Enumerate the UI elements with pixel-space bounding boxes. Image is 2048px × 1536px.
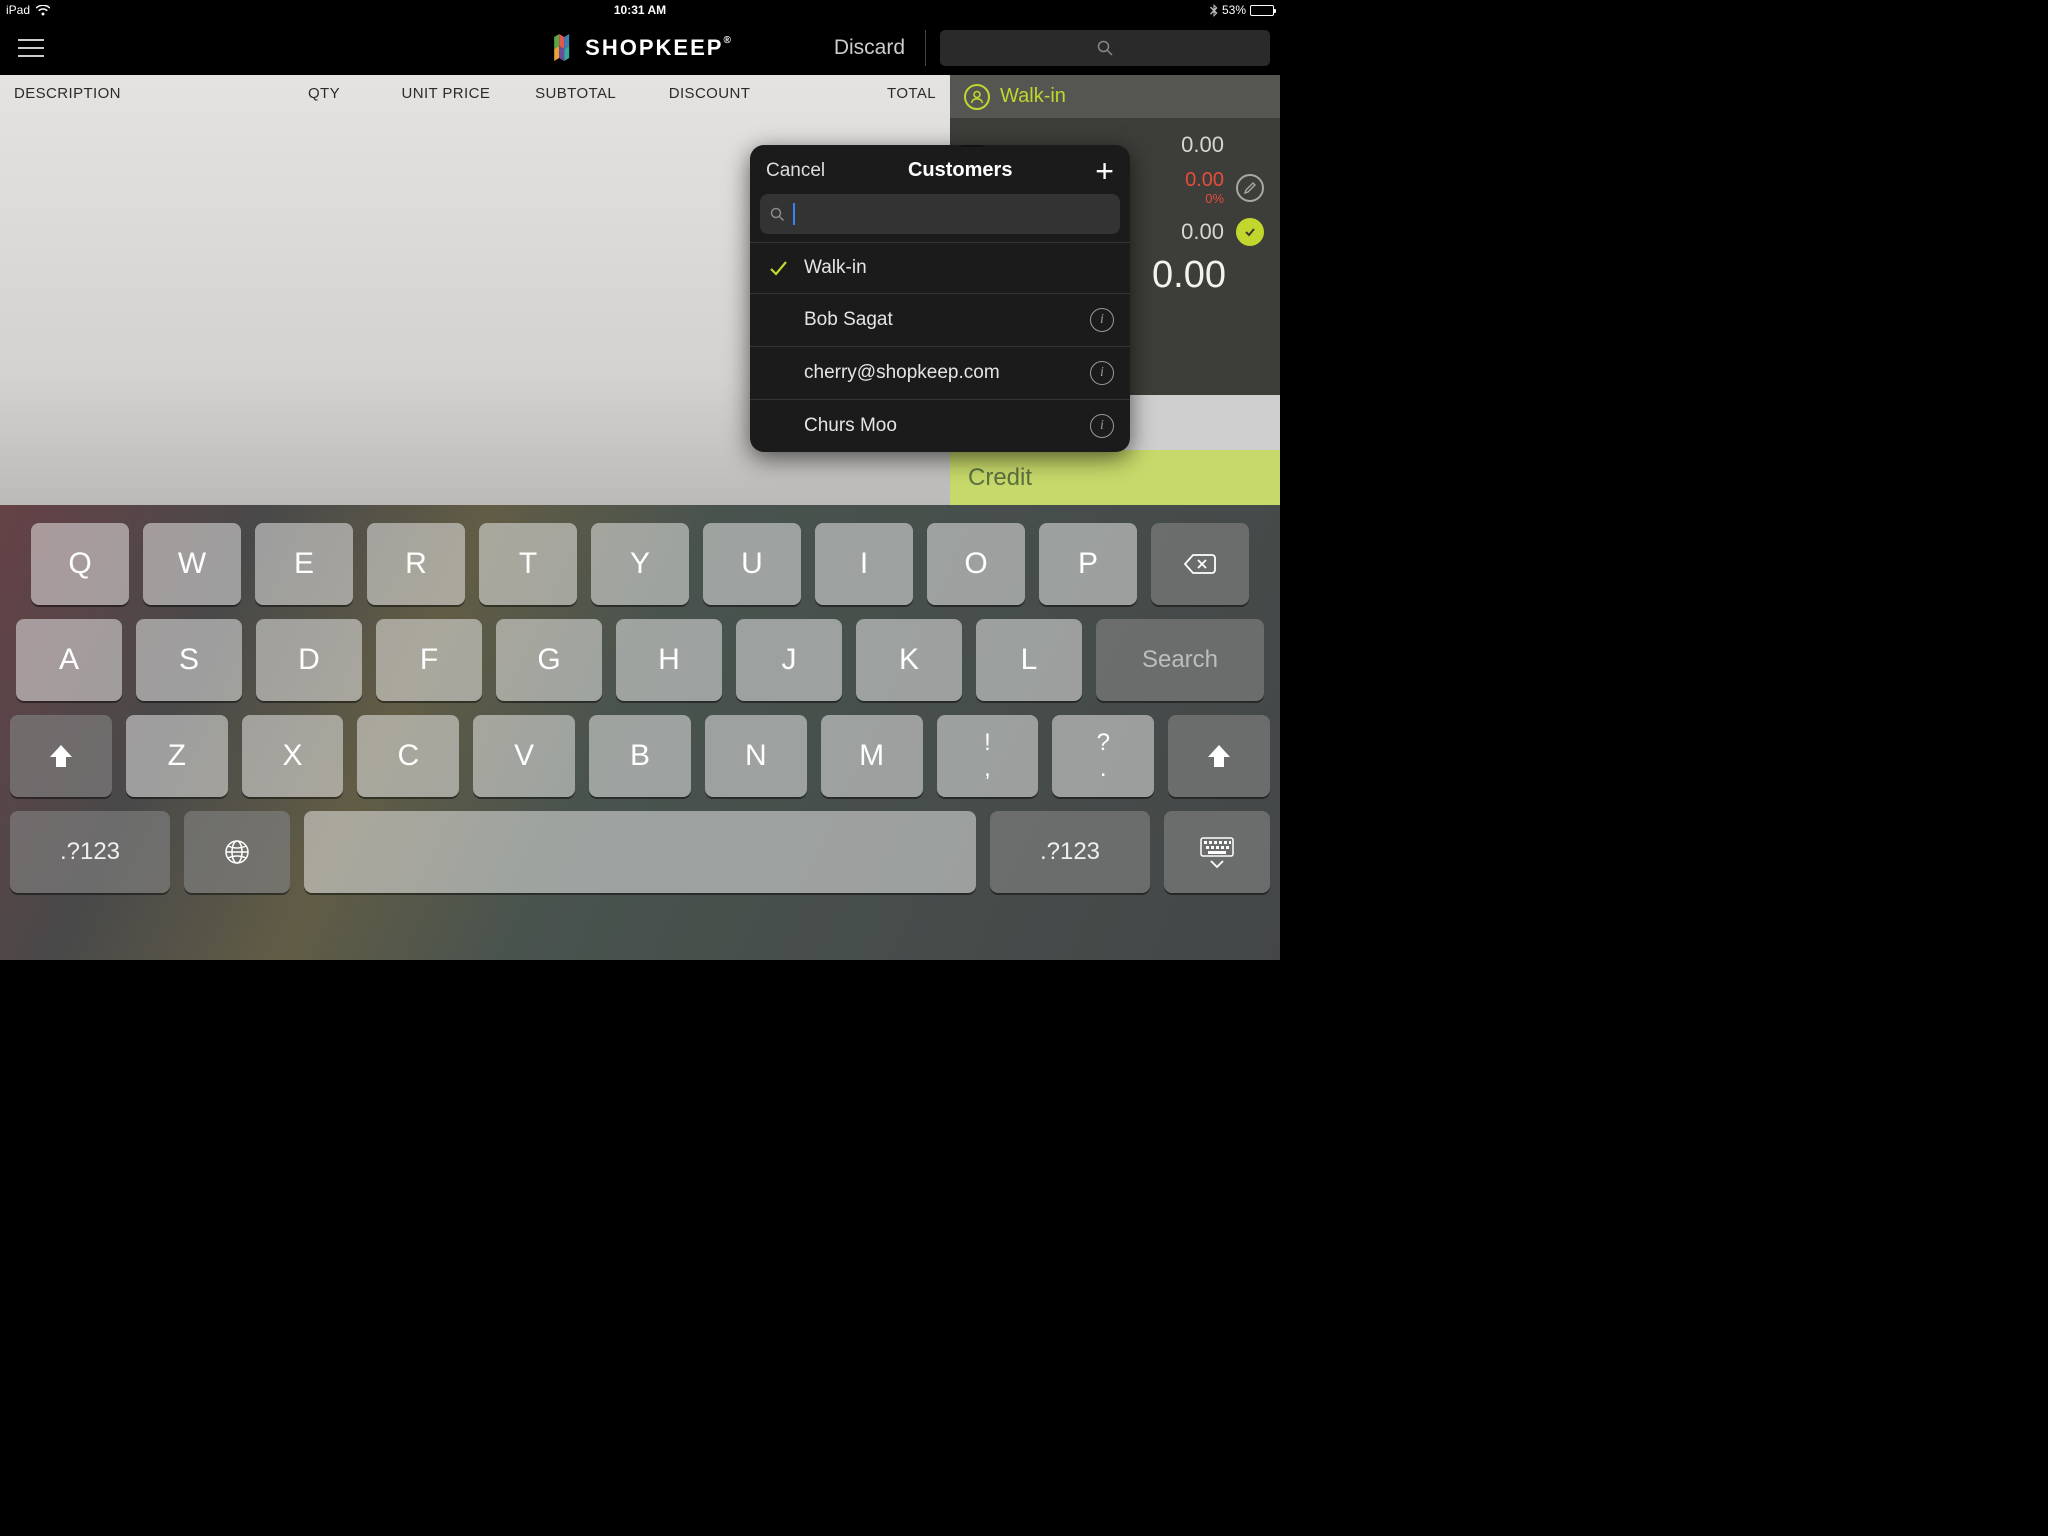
status-bar: iPad 10:31 AM 53% (0, 0, 1280, 20)
key-Y[interactable]: Y (591, 523, 689, 605)
customer-name: Walk-in (1000, 85, 1066, 108)
key-L[interactable]: L (976, 619, 1082, 701)
key-D[interactable]: D (256, 619, 362, 701)
add-customer-button[interactable]: + (1095, 161, 1114, 181)
key-E[interactable]: E (255, 523, 353, 605)
key-Z[interactable]: Z (126, 715, 228, 797)
key-period[interactable]: ?. (1052, 715, 1154, 797)
search-icon (770, 207, 785, 222)
info-icon[interactable]: i (1090, 361, 1114, 385)
brand-text: SHOPKEEP® (585, 35, 733, 61)
app-header: SHOPKEEP® Discard (0, 20, 1280, 75)
key-H[interactable]: H (616, 619, 722, 701)
key-shift-right[interactable] (1168, 715, 1270, 797)
popover-title: Customers (908, 159, 1012, 182)
customer-row[interactable]: Bob Sagat i (750, 293, 1130, 346)
customer-list: Walk-inBob Sagaticherry@shopkeep.comiChu… (750, 242, 1130, 452)
discard-button[interactable]: Discard (828, 36, 911, 60)
device-label: iPad (6, 3, 30, 17)
key-X[interactable]: X (242, 715, 344, 797)
edit-discount-button[interactable] (1236, 174, 1264, 202)
discount-pct: 0% (1185, 191, 1224, 206)
person-icon (964, 84, 990, 110)
checkmark-icon (766, 257, 790, 279)
key-V[interactable]: V (473, 715, 575, 797)
text-cursor (793, 203, 795, 225)
customer-label: Walk-in (804, 257, 1114, 279)
customer-row[interactable]: Churs Moo i (750, 399, 1130, 452)
bluetooth-icon (1210, 4, 1218, 17)
key-I[interactable]: I (815, 523, 913, 605)
customer-search-input[interactable] (760, 194, 1120, 234)
customers-popover: Cancel Customers + Walk-inBob Sagaticher… (750, 145, 1130, 452)
menu-button[interactable] (18, 31, 52, 65)
key-T[interactable]: T (479, 523, 577, 605)
column-headers: DESCRIPTION QTY UNIT PRICE SUBTOTAL DISC… (0, 75, 950, 110)
customer-label: Bob Sagat (804, 309, 1076, 331)
customer-row[interactable]: Walk-in (750, 242, 1130, 293)
key-A[interactable]: A (16, 619, 122, 701)
key-symbols-left[interactable]: .?123 (10, 811, 170, 893)
col-subtotal: SUBTOTAL (535, 85, 669, 102)
wifi-icon (36, 5, 50, 16)
customer-row[interactable]: cherry@shopkeep.com i (750, 346, 1130, 399)
key-W[interactable]: W (143, 523, 241, 605)
key-O[interactable]: O (927, 523, 1025, 605)
key-R[interactable]: R (367, 523, 465, 605)
info-icon[interactable]: i (1090, 308, 1114, 332)
col-unit-price: UNIT PRICE (402, 85, 536, 102)
key-symbols-right[interactable]: .?123 (990, 811, 1150, 893)
tax-ok-button[interactable] (1236, 218, 1264, 246)
col-discount: DISCOUNT (669, 85, 803, 102)
col-qty: QTY (308, 85, 402, 102)
key-N[interactable]: N (705, 715, 807, 797)
customer-label: cherry@shopkeep.com (804, 362, 1076, 384)
credit-button[interactable]: Credit (950, 450, 1280, 505)
key-B[interactable]: B (589, 715, 691, 797)
customer-selector[interactable]: Walk-in (950, 75, 1280, 118)
key-P[interactable]: P (1039, 523, 1137, 605)
key-K[interactable]: K (856, 619, 962, 701)
key-comma[interactable]: !, (937, 715, 1039, 797)
key-backspace[interactable] (1151, 523, 1249, 605)
key-Q[interactable]: Q (31, 523, 129, 605)
key-J[interactable]: J (736, 619, 842, 701)
key-G[interactable]: G (496, 619, 602, 701)
key-M[interactable]: M (821, 715, 923, 797)
key-shift-left[interactable] (10, 715, 112, 797)
key-hide-keyboard[interactable] (1164, 811, 1270, 893)
info-icon[interactable]: i (1090, 414, 1114, 438)
popover-cancel-button[interactable]: Cancel (766, 160, 825, 182)
brand: SHOPKEEP® (547, 33, 733, 63)
key-U[interactable]: U (703, 523, 801, 605)
header-search[interactable] (940, 30, 1270, 66)
key-F[interactable]: F (376, 619, 482, 701)
divider (925, 30, 926, 66)
discount-value: 0.00 (1185, 169, 1224, 191)
battery-pct: 53% (1222, 3, 1246, 17)
key-globe[interactable] (184, 811, 290, 893)
battery-icon (1250, 5, 1274, 16)
customer-label: Churs Moo (804, 415, 1076, 437)
col-description: DESCRIPTION (14, 85, 308, 102)
key-search[interactable]: Search (1096, 619, 1264, 701)
keyboard: QWERTYUIOP ASDFGHJKLSearch ZXCVBNM!,?. .… (0, 505, 1280, 960)
key-S[interactable]: S (136, 619, 242, 701)
tax-value: 0.00 (1164, 219, 1224, 245)
col-total: TOTAL (802, 85, 936, 102)
key-space[interactable] (304, 811, 976, 893)
key-C[interactable]: C (357, 715, 459, 797)
subtotal-value: 0.00 (1164, 132, 1224, 158)
logo-icon (547, 33, 577, 63)
clock: 10:31 AM (429, 3, 852, 17)
